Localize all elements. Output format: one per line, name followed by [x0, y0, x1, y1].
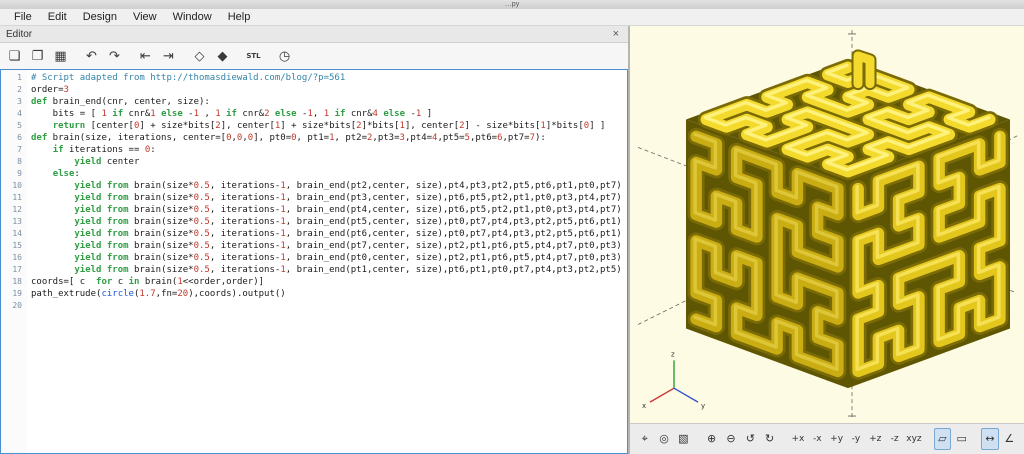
view-right-icon[interactable]: +x	[789, 428, 806, 450]
code-text: # Script adapted from http://thomasdiewa…	[27, 70, 627, 453]
view-top-icon[interactable]: +z	[867, 428, 884, 450]
code-line: yield from brain(size*0.5, iterations-1,…	[74, 181, 622, 191]
code-line: def brain_end(cnr, center, size):	[31, 97, 210, 107]
zoom-in-icon[interactable]: ⊕	[703, 428, 720, 450]
code-line: yield from brain(size*0.5, iterations-1,…	[74, 253, 622, 263]
redo-icon[interactable]: ↷	[104, 46, 125, 67]
line-number: 10	[12, 181, 22, 190]
undo-icon[interactable]: ↶	[81, 46, 102, 67]
perspective-icon[interactable]: ▱	[933, 428, 951, 450]
rotate-view-icon[interactable]: ↻	[761, 428, 778, 450]
window-titlebar: …py	[0, 0, 1024, 9]
indent-icon[interactable]: ⇥	[158, 46, 179, 67]
line-number: 12	[12, 205, 22, 214]
code-line: # Script adapted from http://thomasdiewa…	[31, 73, 346, 83]
preview-icon[interactable]: ◇	[189, 46, 210, 67]
editor-panel: Editor × ❏ ❐ ▦ ↶ ↷ ⇤ ⇥ ◇ ◆ STL ◷ 1 2 3 4 5 6 7 8 9 10 11 12 13…	[0, 26, 628, 454]
menu-file[interactable]: File	[6, 10, 40, 25]
line-number: 3	[17, 97, 22, 106]
line-number: 5	[17, 121, 22, 130]
line-number: 1	[17, 73, 22, 82]
new-file-icon[interactable]: ❏	[4, 46, 25, 67]
menu-design[interactable]: Design	[75, 10, 125, 25]
viewport-panel: z x y ⌖ ◎ ▧ ⊕ ⊖ ↺ ↻ +x -x +y -y +z -z xyz ▱ ▭ ↔ ∠	[630, 26, 1024, 454]
line-number: 7	[17, 145, 22, 154]
line-number-gutter: 1 2 3 4 5 6 7 8 9 10 11 12 13 14 15 16 17 18 19 20	[1, 70, 27, 453]
open-file-icon[interactable]: ❐	[27, 46, 48, 67]
editor-panel-title: Editor	[6, 28, 33, 40]
code-line: yield center	[74, 157, 140, 167]
menu-edit[interactable]: Edit	[40, 10, 75, 25]
editor-toolbar: ❏ ❐ ▦ ↶ ↷ ⇤ ⇥ ◇ ◆ STL ◷	[0, 43, 628, 69]
axis-label-z: z	[671, 350, 675, 358]
view-back-icon[interactable]: -y	[847, 428, 864, 450]
save-file-icon[interactable]: ▦	[50, 46, 71, 67]
line-number: 17	[12, 265, 22, 274]
measure-distance-icon[interactable]: ↔	[981, 428, 999, 450]
code-line: yield from brain(size*0.5, iterations-1,…	[74, 265, 622, 275]
menu-view[interactable]: View	[125, 10, 165, 25]
line-number: 6	[17, 133, 22, 142]
measure-angle-icon[interactable]: ∠	[1001, 428, 1018, 450]
view-diagonal-icon[interactable]: xyz	[905, 428, 922, 450]
select-zoom-icon[interactable]: ▧	[675, 428, 692, 450]
render-icon[interactable]: ◆	[212, 46, 233, 67]
line-number: 11	[12, 193, 22, 202]
view-left-icon[interactable]: -x	[809, 428, 826, 450]
code-line: if iterations == 0:	[52, 145, 156, 155]
line-number: 4	[17, 109, 22, 118]
code-line: coords=[ c for c in brain(1<<order,order…	[31, 277, 265, 287]
code-line: order=3	[31, 85, 69, 95]
show-crosshairs-icon[interactable]: ◎	[655, 428, 672, 450]
zoom-out-icon[interactable]: ⊖	[722, 428, 739, 450]
orthogonal-icon[interactable]: ▭	[953, 428, 970, 450]
line-number: 18	[12, 277, 22, 286]
menu-help[interactable]: Help	[220, 10, 259, 25]
code-line: yield from brain(size*0.5, iterations-1,…	[74, 241, 622, 251]
view-front-icon[interactable]: +y	[828, 428, 845, 450]
animate-icon[interactable]: ◷	[274, 46, 295, 67]
window-title: …py	[504, 1, 520, 8]
line-number: 19	[12, 289, 22, 298]
line-number: 8	[17, 157, 22, 166]
show-axes-icon[interactable]: ⌖	[636, 428, 653, 450]
line-number: 14	[12, 229, 22, 238]
line-number: 15	[12, 241, 22, 250]
code-line: def brain(size, iterations, center=[0,0,…	[31, 133, 546, 143]
export-stl-icon[interactable]: STL	[243, 46, 264, 67]
code-line: yield from brain(size*0.5, iterations-1,…	[74, 205, 622, 215]
viewport-toolbar: ⌖ ◎ ▧ ⊕ ⊖ ↺ ↻ +x -x +y -y +z -z xyz ▱ ▭ ↔ ∠	[630, 423, 1024, 454]
unindent-icon[interactable]: ⇤	[135, 46, 156, 67]
code-line: bits = [ 1 if cnr&1 else -1 , 1 if cnr&2…	[31, 109, 433, 119]
line-number: 20	[12, 301, 22, 310]
editor-panel-header: Editor ×	[0, 26, 628, 43]
code-line: yield from brain(size*0.5, iterations-1,…	[74, 229, 622, 239]
reset-view-icon[interactable]: ↺	[742, 428, 759, 450]
viewport-3d[interactable]: z x y	[630, 26, 1024, 423]
code-line: return [center[0] + size*bits[2], center…	[52, 121, 606, 131]
line-number: 2	[17, 85, 22, 94]
view-bottom-icon[interactable]: -z	[886, 428, 903, 450]
code-editor[interactable]: 1 2 3 4 5 6 7 8 9 10 11 12 13 14 15 16 17 18 19 20 # Script…	[0, 69, 628, 454]
axis-label-y: y	[701, 402, 705, 410]
axis-label-x: x	[642, 402, 646, 410]
code-line: yield from brain(size*0.5, iterations-1,…	[74, 217, 622, 227]
line-number: 9	[17, 169, 22, 178]
code-line: path_extrude(circle(1.7,fn=20),coords).o…	[31, 289, 286, 299]
close-icon[interactable]: ×	[610, 28, 622, 40]
code-line: else:	[52, 169, 80, 179]
line-number: 16	[12, 253, 22, 262]
code-line: yield from brain(size*0.5, iterations-1,…	[74, 193, 622, 203]
line-number: 13	[12, 217, 22, 226]
menu-window[interactable]: Window	[165, 10, 220, 25]
menu-bar: File Edit Design View Window Help	[0, 9, 1024, 26]
main-area: Editor × ❏ ❐ ▦ ↶ ↷ ⇤ ⇥ ◇ ◆ STL ◷ 1 2 3 4 5 6 7 8 9 10 11 12 13…	[0, 26, 1024, 454]
app-window: …py File Edit Design View Window Help Editor …	[0, 0, 1024, 454]
